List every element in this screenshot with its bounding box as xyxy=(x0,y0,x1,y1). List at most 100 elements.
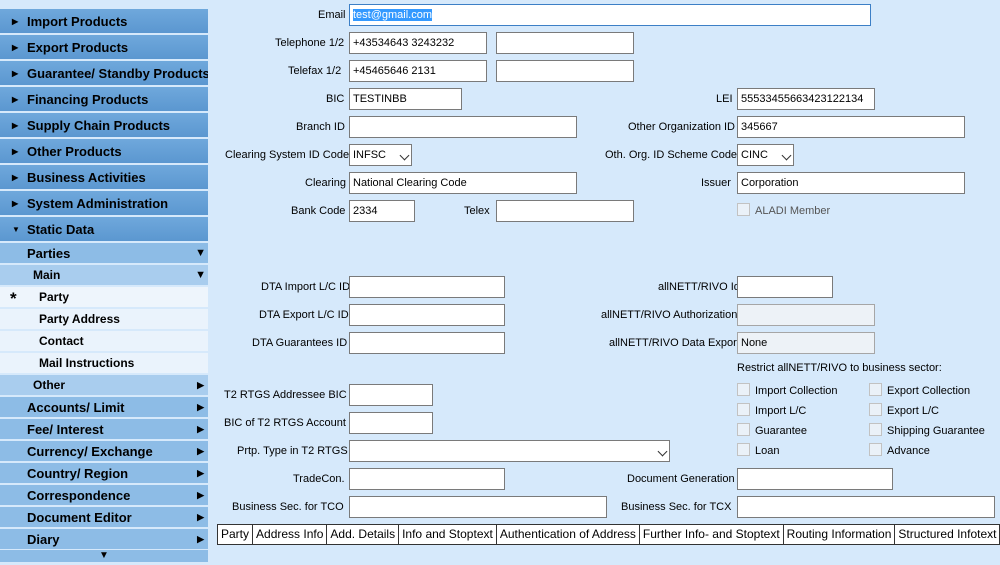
caret-right-icon: ▶ xyxy=(197,446,204,456)
clearing-system-select[interactable]: INFSC xyxy=(349,144,412,166)
nav-supply-chain-products[interactable]: ▶ Supply Chain Products xyxy=(0,113,208,138)
lei-field[interactable]: 55533455663423122134 xyxy=(737,88,875,110)
restrict-label: Restrict allNETT/RIVO to business sector… xyxy=(737,362,942,374)
nav-diary[interactable]: Diary ▶ xyxy=(0,529,208,550)
bus-tco-field[interactable] xyxy=(349,496,607,518)
bus-tcx-field[interactable] xyxy=(737,496,995,518)
chevron-down-icon xyxy=(781,150,792,161)
nav-main[interactable]: Main ▼ xyxy=(0,265,208,286)
tradecon-field[interactable] xyxy=(349,468,505,490)
t2-addressee-label: T2 RTGS Addressee BIC xyxy=(224,389,347,401)
nav-import-products[interactable]: ▶ Import Products xyxy=(0,9,208,34)
clearing-system-label: Clearing System ID Code xyxy=(225,149,350,161)
nav-guarantee-products[interactable]: ▶ Guarantee/ Standby Products xyxy=(0,61,208,86)
telephone1-field[interactable]: +43534643 3243232 xyxy=(349,32,487,54)
t2-account-field[interactable] xyxy=(349,412,433,434)
nav-correspondence[interactable]: Correspondence ▶ xyxy=(0,485,208,506)
allnett-id-field[interactable] xyxy=(737,276,833,298)
nav-system-administration[interactable]: ▶ System Administration xyxy=(0,191,208,216)
nav-financing-products[interactable]: ▶ Financing Products xyxy=(0,87,208,112)
dta-guarantees-field[interactable] xyxy=(349,332,505,354)
export-lc-checkbox[interactable] xyxy=(869,403,882,416)
branch-id-label: Branch ID xyxy=(296,121,345,133)
bus-tcx-label: Business Sec. for TCX xyxy=(621,501,732,513)
guarantee-checkbox[interactable] xyxy=(737,423,750,436)
nav-other-products[interactable]: ▶ Other Products xyxy=(0,139,208,164)
tab-further-info[interactable]: Further Info- and Stoptext xyxy=(639,525,784,545)
export-collection-checkbox[interactable] xyxy=(869,383,882,396)
tab-add-details[interactable]: Add. Details xyxy=(327,525,400,545)
issuer-label: Issuer xyxy=(701,177,731,189)
telephone2-field[interactable] xyxy=(496,32,634,54)
loan-label: Loan xyxy=(755,445,780,457)
advance-checkbox[interactable] xyxy=(869,443,882,456)
clearing-field[interactable]: National Clearing Code xyxy=(349,172,577,194)
import-lc-checkbox[interactable] xyxy=(737,403,750,416)
issuer-field[interactable]: Corporation xyxy=(737,172,965,194)
telefax1-field[interactable]: +45465646 2131 xyxy=(349,60,487,82)
caret-down-icon: ▼ xyxy=(195,247,206,259)
oth-scheme-label: Oth. Org. ID Scheme Code xyxy=(605,149,738,161)
caret-right-icon: ▶ xyxy=(12,199,19,208)
nav-party[interactable]: * Party xyxy=(0,287,208,308)
nav-contact[interactable]: Contact xyxy=(0,331,208,352)
nav-currency-exchange[interactable]: Currency/ Exchange ▶ xyxy=(0,441,208,462)
doc-gen-field[interactable] xyxy=(737,468,893,490)
shipping-guarantee-checkbox[interactable] xyxy=(869,423,882,436)
nav-document-editor[interactable]: Document Editor ▶ xyxy=(0,507,208,528)
nav-mail-instructions[interactable]: Mail Instructions xyxy=(0,353,208,374)
other-org-id-field[interactable]: 345667 xyxy=(737,116,965,138)
bank-code-field[interactable]: 2334 xyxy=(349,200,415,222)
tab-authentication[interactable]: Authentication of Address xyxy=(496,525,640,545)
telex-label: Telex xyxy=(464,205,490,217)
nav-static-data[interactable]: ▼ Static Data xyxy=(0,217,208,242)
loan-checkbox[interactable] xyxy=(737,443,750,456)
nav-export-products[interactable]: ▶ Export Products xyxy=(0,35,208,60)
nav-accounts-limit[interactable]: Accounts/ Limit ▶ xyxy=(0,397,208,418)
lei-label: LEI xyxy=(716,93,733,105)
allnett-id-label: allNETT/RIVO Id xyxy=(658,281,740,293)
bic-field[interactable]: TESTINBB xyxy=(349,88,462,110)
telex-field[interactable] xyxy=(496,200,634,222)
nav-parties[interactable]: Parties ▼ xyxy=(0,243,208,264)
bus-tco-label: Business Sec. for TCO xyxy=(232,501,344,513)
import-collection-checkbox[interactable] xyxy=(737,383,750,396)
tab-info-stoptext[interactable]: Info and Stoptext xyxy=(399,525,497,545)
nav-fee-interest[interactable]: Fee/ Interest ▶ xyxy=(0,419,208,440)
nav-party-address[interactable]: Party Address xyxy=(0,309,208,330)
nav-country-region[interactable]: Country/ Region ▶ xyxy=(0,463,208,484)
tab-address-info[interactable]: Address Info xyxy=(253,525,328,545)
chevron-down-icon xyxy=(657,446,668,457)
caret-right-icon: ▶ xyxy=(12,95,19,104)
caret-down-icon: ▼ xyxy=(12,225,20,234)
caret-right-icon: ▶ xyxy=(197,534,204,544)
branch-id-field[interactable] xyxy=(349,116,577,138)
email-field[interactable]: test@gmail.com xyxy=(349,4,871,26)
nav-business-activities[interactable]: ▶ Business Activities xyxy=(0,165,208,190)
dta-export-label: DTA Export L/C ID xyxy=(259,309,349,321)
tab-party[interactable]: Party xyxy=(217,525,254,545)
telephone-label: Telephone 1/2 xyxy=(275,37,345,49)
oth-scheme-select[interactable]: CINC xyxy=(737,144,794,166)
prtp-type-select[interactable] xyxy=(349,440,670,462)
dta-import-field[interactable] xyxy=(349,276,505,298)
caret-right-icon: ▶ xyxy=(197,402,204,412)
aladi-member-checkbox[interactable] xyxy=(737,203,750,216)
sidebar-nav: ▶ Import Products ▶ Export Products ▶ Guara… xyxy=(0,0,212,565)
allnett-auth-field xyxy=(737,304,875,326)
t2-addressee-field[interactable] xyxy=(349,384,433,406)
import-lc-label: Import L/C xyxy=(755,405,807,417)
nav-other[interactable]: Other ▶ xyxy=(0,375,208,396)
chevron-down-icon xyxy=(399,150,410,161)
other-org-id-label: Other Organization ID xyxy=(628,121,735,133)
tab-routing-info[interactable]: Routing Information xyxy=(783,525,896,545)
import-collection-label: Import Collection xyxy=(755,385,838,397)
bic-label: BIC xyxy=(326,93,345,105)
dta-export-field[interactable] xyxy=(349,304,505,326)
t2-account-label: BIC of T2 RTGS Account xyxy=(224,417,346,429)
telefax2-field[interactable] xyxy=(496,60,634,82)
scroll-down-icon[interactable]: ▼ xyxy=(0,550,208,562)
caret-right-icon: ▶ xyxy=(197,490,204,500)
tab-structured-infotext[interactable]: Structured Infotext xyxy=(895,525,1000,545)
shipping-guarantee-label: Shipping Guarantee xyxy=(887,425,985,437)
